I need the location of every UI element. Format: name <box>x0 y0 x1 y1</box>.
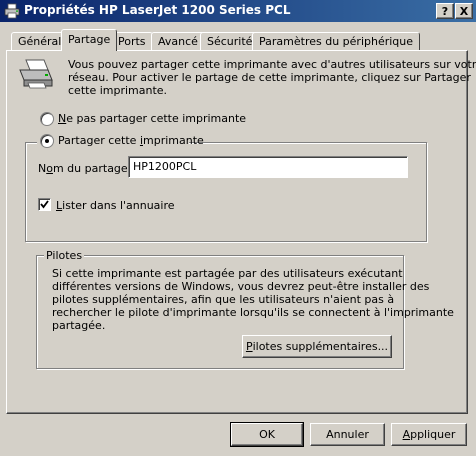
title-bar[interactable]: Propriétés HP LaserJet 1200 Series PCL ?… <box>0 0 476 22</box>
printer-icon <box>19 59 53 89</box>
help-button[interactable]: ? <box>436 3 454 19</box>
share-printer-radio[interactable] <box>40 134 54 148</box>
do-not-share-label[interactable]: Ne pas partager cette imprimante <box>58 112 246 125</box>
window-title: Propriétés HP LaserJet 1200 Series PCL <box>24 3 291 17</box>
tab-security[interactable]: Sécurité <box>200 32 260 50</box>
share-name-input[interactable]: HP1200PCL <box>128 156 408 178</box>
list-in-directory-checkbox[interactable] <box>38 198 51 211</box>
do-not-share-radio[interactable] <box>40 112 54 126</box>
ok-button[interactable]: OK <box>230 422 304 447</box>
tab-advanced[interactable]: Avancé <box>151 32 205 50</box>
list-in-directory-label[interactable]: Lister dans l'annuaire <box>56 199 175 212</box>
close-button[interactable]: X <box>455 3 473 19</box>
apply-button[interactable]: Appliquer <box>391 423 467 446</box>
drivers-description: Si cette imprimante est partagée par des… <box>52 267 454 332</box>
checkmark-icon <box>40 200 49 209</box>
share-name-label: Nom du partage : <box>38 162 135 175</box>
cancel-button[interactable]: Annuler <box>310 423 385 446</box>
drivers-legend: Pilotes <box>44 249 85 262</box>
share-printer-label[interactable]: Partager cette imprimante <box>58 134 204 147</box>
sharing-description: Vous pouvez partager cette imprimante av… <box>68 58 476 97</box>
additional-drivers-button[interactable]: Pilotes supplémentaires... <box>242 335 392 358</box>
tab-device-settings[interactable]: Paramètres du périphérique <box>252 32 421 50</box>
tab-sharing[interactable]: Partage <box>61 29 118 51</box>
tab-general[interactable]: Général <box>11 32 69 50</box>
radio-selected-dot <box>45 139 49 143</box>
tab-ports[interactable]: Ports <box>111 32 153 50</box>
printer-icon <box>4 3 20 19</box>
